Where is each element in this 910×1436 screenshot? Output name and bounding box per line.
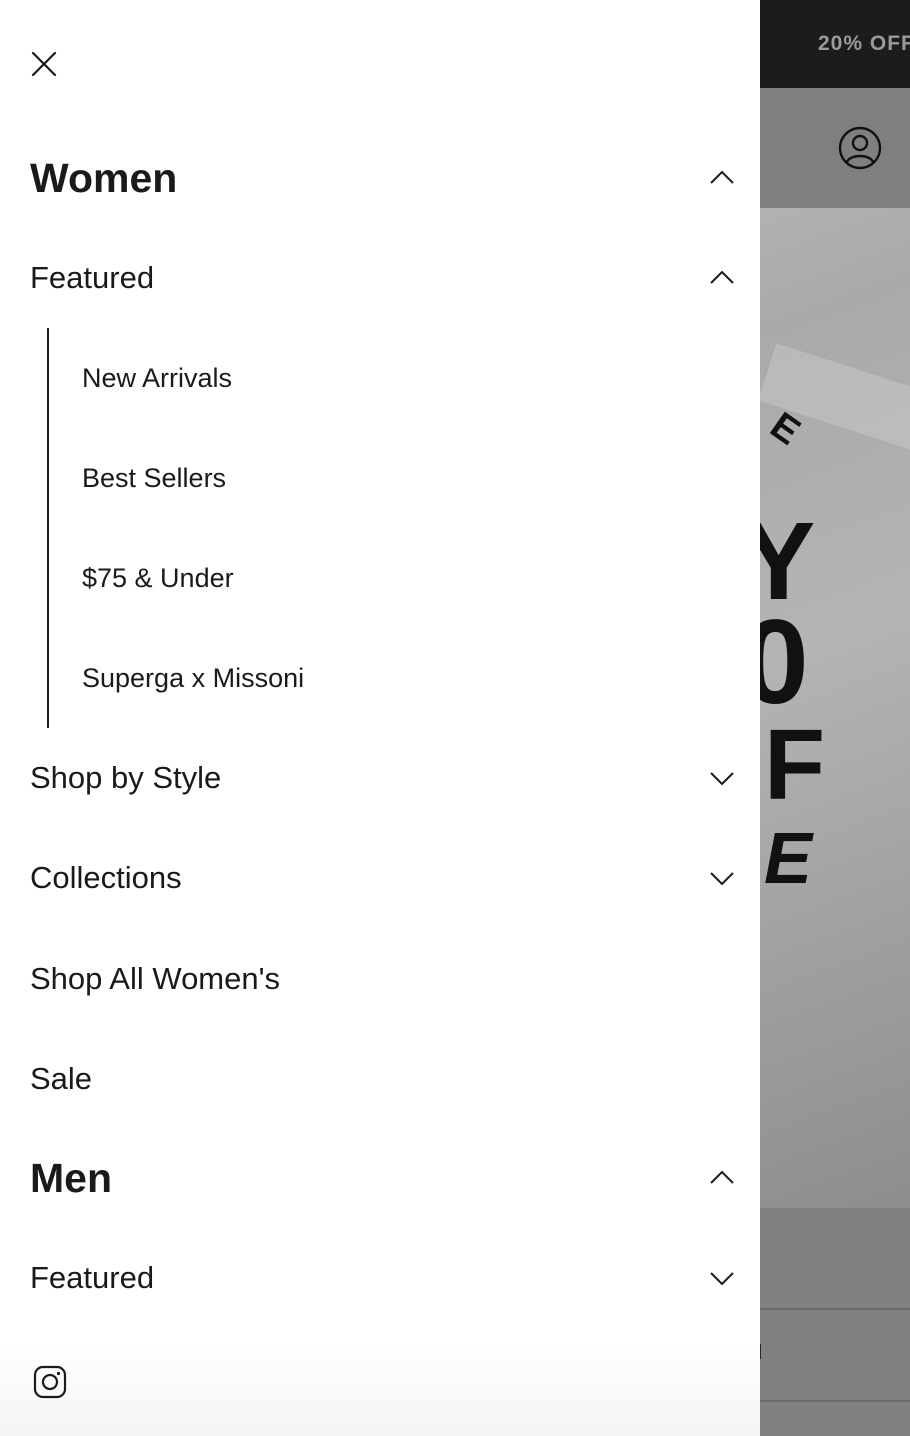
nav-item-label: Shop by Style — [30, 760, 222, 795]
close-icon[interactable] — [26, 46, 62, 82]
nav-section-label: Women — [30, 154, 178, 201]
chevron-down-icon — [708, 764, 736, 792]
nav-section-label: Men — [30, 1154, 112, 1201]
nav-section-women[interactable]: Women — [30, 148, 734, 208]
hero-letter: F — [764, 709, 826, 821]
account-icon[interactable] — [838, 126, 882, 170]
nav-item-label: Shop All Women's — [30, 961, 281, 996]
nav-item-collections[interactable]: Collections — [30, 848, 734, 908]
chevron-up-icon — [708, 264, 736, 292]
instagram-icon[interactable] — [32, 1364, 68, 1400]
promo-text: 20% OFF — [818, 32, 910, 55]
chevron-down-icon — [708, 864, 736, 892]
submenu-link-best-sellers[interactable]: Best Sellers — [82, 458, 226, 498]
submenu-indicator-line — [47, 328, 49, 728]
submenu-link-superga-x-missoni[interactable]: Superga x Missoni — [82, 658, 304, 698]
submenu-link-new-arrivals[interactable]: New Arrivals — [82, 358, 232, 398]
nav-item-shop-by-style[interactable]: Shop by Style — [30, 748, 734, 808]
nav-item-label: Sale — [30, 1061, 93, 1096]
hero-letter: E — [764, 819, 813, 899]
chevron-up-icon — [708, 164, 736, 192]
nav-item-sale[interactable]: Sale — [30, 1049, 730, 1109]
nav-item-label: Collections — [30, 860, 182, 895]
nav-item-label: Featured — [30, 260, 155, 295]
chevron-up-icon — [708, 1164, 736, 1192]
drawer-bottom-fade — [0, 1346, 760, 1436]
nav-item-shop-all-womens[interactable]: Shop All Women's — [30, 949, 730, 1009]
chevron-down-icon — [708, 1264, 736, 1292]
nav-section-men[interactable]: Men — [30, 1148, 734, 1208]
nav-item-men-featured[interactable]: Featured — [30, 1248, 734, 1308]
nav-item-label: Featured — [30, 1260, 155, 1295]
nav-item-featured[interactable]: Featured — [30, 248, 734, 308]
submenu-link-75-and-under[interactable]: $75 & Under — [82, 558, 234, 598]
mobile-nav-drawer: Women Featured New Arrivals Best Sellers… — [0, 0, 760, 1436]
